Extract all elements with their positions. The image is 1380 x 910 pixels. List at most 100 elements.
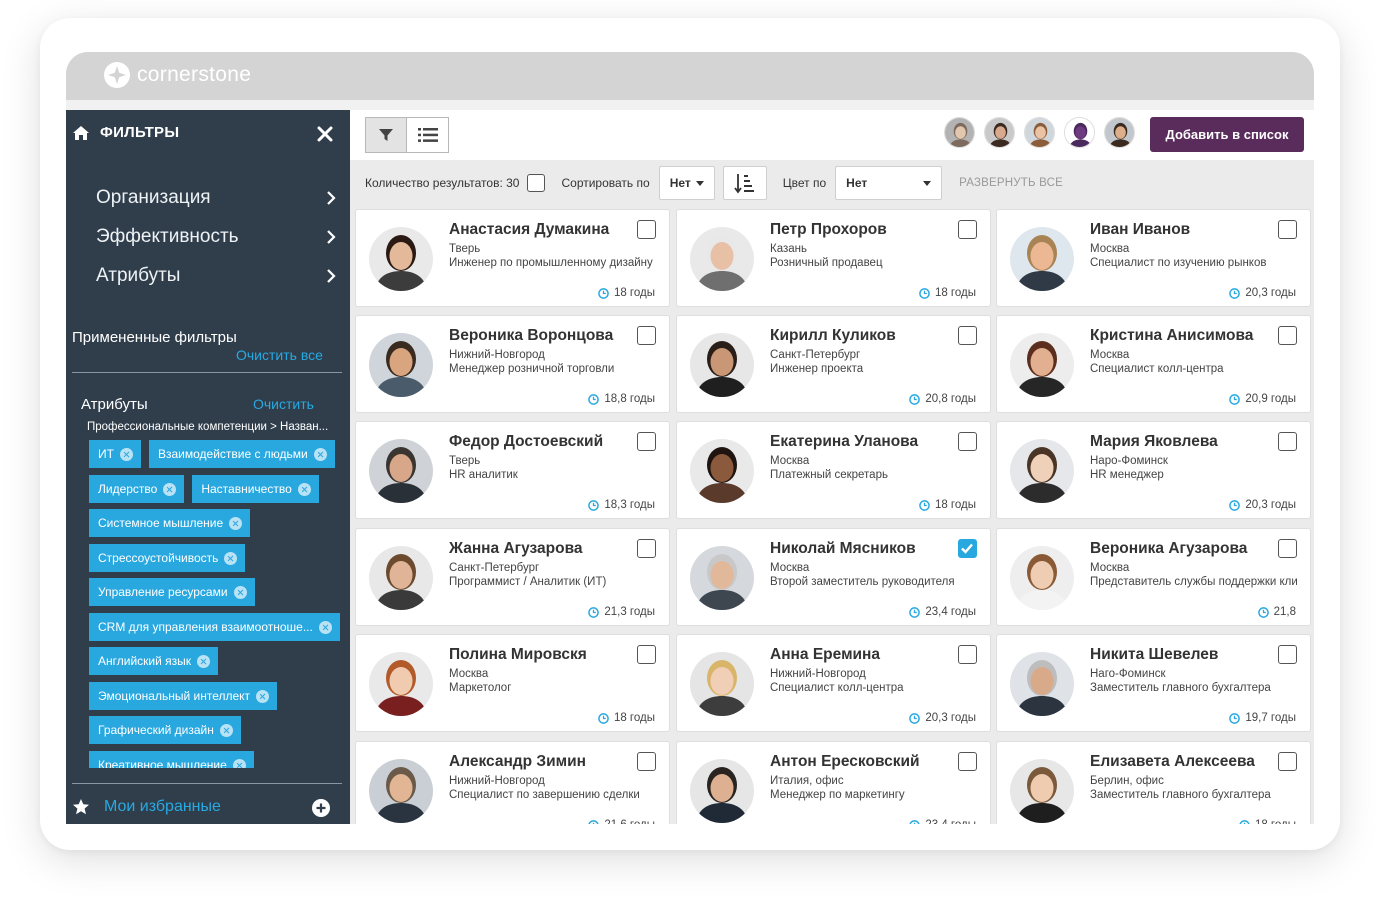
person-select-checkbox[interactable] xyxy=(958,539,977,558)
filter-chip[interactable]: Наставничество xyxy=(192,475,319,503)
view-toggle xyxy=(365,117,449,153)
person-card[interactable]: Николай Мясников Москва Второй заместитель… xyxy=(676,528,991,626)
chip-row: Графический дизайн xyxy=(89,716,249,744)
person-select-checkbox[interactable] xyxy=(637,432,656,451)
filter-chip[interactable]: Английский язык xyxy=(89,647,219,675)
remove-chip-icon[interactable] xyxy=(229,516,243,530)
person-card[interactable]: Федор Достоевский Тверь HR аналитик 18,3 го… xyxy=(355,421,670,519)
remove-chip-icon[interactable] xyxy=(119,447,133,461)
filter-chip[interactable]: Эмоциональный интеллект xyxy=(89,682,278,710)
person-card[interactable]: Мария Яковлева Наро-Фоминск HR менеджер 20,… xyxy=(996,421,1311,519)
person-card[interactable]: Кирилл Куликов Санкт-Петербург Инженер про… xyxy=(676,315,991,413)
clock-icon xyxy=(588,819,600,824)
filter-chip[interactable]: Стрессоустойчивость xyxy=(89,544,246,572)
person-card[interactable]: Антон Ересковский Италия, офис Менеджер по… xyxy=(676,741,991,824)
filter-chip[interactable]: Управление ресурсами xyxy=(89,578,255,606)
filter-category-organization[interactable]: Организация xyxy=(96,178,336,217)
person-tenure: 21,3 годы xyxy=(588,606,655,618)
filter-chip[interactable]: Лидерство xyxy=(89,475,185,503)
person-card[interactable]: Жанна Агузарова Санкт-Петербург Программис… xyxy=(355,528,670,626)
person-select-checkbox[interactable] xyxy=(958,645,977,664)
person-select-checkbox[interactable] xyxy=(1278,326,1297,345)
remove-chip-icon[interactable] xyxy=(256,689,270,703)
person-select-checkbox[interactable] xyxy=(1278,220,1297,239)
add-favorite-icon[interactable] xyxy=(312,799,330,817)
selected-person-avatar[interactable] xyxy=(944,117,975,148)
select-all-checkbox[interactable] xyxy=(527,174,546,192)
person-card[interactable]: Петр Прохоров Казань Розничный продавец 18 … xyxy=(676,209,991,307)
remove-chip-icon[interactable] xyxy=(318,620,332,634)
person-select-checkbox[interactable] xyxy=(958,752,977,771)
remove-chip-icon[interactable] xyxy=(197,654,211,668)
remove-chip-icon[interactable] xyxy=(297,482,311,496)
add-to-list-button[interactable]: Добавить в список xyxy=(1150,117,1304,152)
person-card[interactable]: Анна Еремина Нижний-Новгород Специалист ко… xyxy=(676,634,991,732)
person-photo xyxy=(1025,118,1054,147)
person-card[interactable]: Никита Шевелев Наго-Фоминск Заместитель гл… xyxy=(996,634,1311,732)
clear-all-link[interactable]: Очистить все xyxy=(236,347,323,363)
person-card[interactable]: Кристина Анисимова Москва Специалист колл-… xyxy=(996,315,1311,413)
cornerstone-logo-icon xyxy=(104,62,130,88)
person-select-checkbox[interactable] xyxy=(958,432,977,451)
person-location: Наго-Фоминск xyxy=(1090,668,1166,680)
favorites-link[interactable]: Мои избранные xyxy=(72,798,221,816)
person-card[interactable]: Полина Мировскя Москва Маркетолог 18 годы xyxy=(355,634,670,732)
color-by-dropdown[interactable]: Нет xyxy=(835,166,943,200)
person-card[interactable]: Иван Иванов Москва Специалист по изучению … xyxy=(996,209,1311,307)
selected-person-avatar[interactable] xyxy=(1064,117,1095,148)
filter-chip[interactable]: Взаимодействие с людьми xyxy=(148,440,335,468)
person-select-checkbox[interactable] xyxy=(1278,432,1297,451)
person-select-checkbox[interactable] xyxy=(1278,645,1297,664)
person-select-checkbox[interactable] xyxy=(1278,752,1297,771)
remove-chip-icon[interactable] xyxy=(163,482,177,496)
person-photo xyxy=(1010,759,1074,823)
filters-header: ФИЛЬТРЫ xyxy=(72,124,179,141)
filter-chip[interactable]: ИТ xyxy=(89,440,141,468)
list-view-button[interactable] xyxy=(407,117,449,153)
selected-person-avatar[interactable] xyxy=(1104,117,1135,148)
selected-person-avatar[interactable] xyxy=(1024,117,1055,148)
close-icon[interactable] xyxy=(316,125,334,143)
remove-chip-icon[interactable] xyxy=(313,447,327,461)
person-card[interactable]: Елизавета Алексеева Берлин, офис Заместите… xyxy=(996,741,1311,824)
sort-value: Нет xyxy=(669,176,691,190)
remove-chip-icon[interactable] xyxy=(232,758,246,768)
person-select-checkbox[interactable] xyxy=(958,220,977,239)
attributes-clear-link[interactable]: Очистить xyxy=(253,396,314,412)
person-name: Федор Достоевский xyxy=(449,433,604,450)
person-photo xyxy=(690,439,754,503)
sort-ascending-icon xyxy=(734,174,754,194)
home-icon[interactable] xyxy=(72,125,90,141)
person-role: Менеджер по маркетингу xyxy=(770,789,905,801)
person-card[interactable]: Вероника Агузарова Москва Представитель сл… xyxy=(996,528,1311,626)
filter-category-attributes[interactable]: Атрибуты xyxy=(96,256,336,295)
selected-person-avatar[interactable] xyxy=(984,117,1015,148)
sort-direction-button[interactable] xyxy=(722,166,767,200)
person-card[interactable]: Вероника Воронцова Нижний-Новгород Менедже… xyxy=(355,315,670,413)
person-card[interactable]: Анастасия Думакина Тверь Инженер по промыш… xyxy=(355,209,670,307)
person-select-checkbox[interactable] xyxy=(637,539,656,558)
sort-dropdown[interactable]: Нет xyxy=(658,166,715,200)
attributes-title: Атрибуты xyxy=(81,396,148,413)
filter-toggle-button[interactable] xyxy=(365,117,407,153)
filter-category-performance[interactable]: Эффективность xyxy=(96,217,336,256)
person-select-checkbox[interactable] xyxy=(637,645,656,664)
filter-chip[interactable]: CRM для управления взаимоотноше... xyxy=(89,613,340,641)
person-card[interactable]: Александр Зимин Нижний-Новгород Специалист… xyxy=(355,741,670,824)
filter-chip[interactable]: Графический дизайн xyxy=(89,716,241,744)
person-card[interactable]: Екатерина Уланова Москва Платежный секрета… xyxy=(676,421,991,519)
remove-chip-icon[interactable] xyxy=(219,723,233,737)
person-select-checkbox[interactable] xyxy=(637,220,656,239)
filter-chip[interactable]: Креативное мышление xyxy=(89,751,254,768)
filter-chip[interactable]: Системное мышление xyxy=(89,509,251,537)
remove-chip-icon[interactable] xyxy=(233,585,247,599)
person-select-checkbox[interactable] xyxy=(637,752,656,771)
remove-chip-icon[interactable] xyxy=(224,551,238,565)
person-select-checkbox[interactable] xyxy=(637,326,656,345)
person-select-checkbox[interactable] xyxy=(958,326,977,345)
person-select-checkbox[interactable] xyxy=(1278,539,1297,558)
expand-all-link[interactable]: РАЗВЕРНУТЬ ВСЕ xyxy=(959,177,1063,189)
person-tenure: 21,8 xyxy=(1257,606,1296,618)
clock-icon xyxy=(919,287,930,299)
person-photo xyxy=(1010,333,1074,397)
